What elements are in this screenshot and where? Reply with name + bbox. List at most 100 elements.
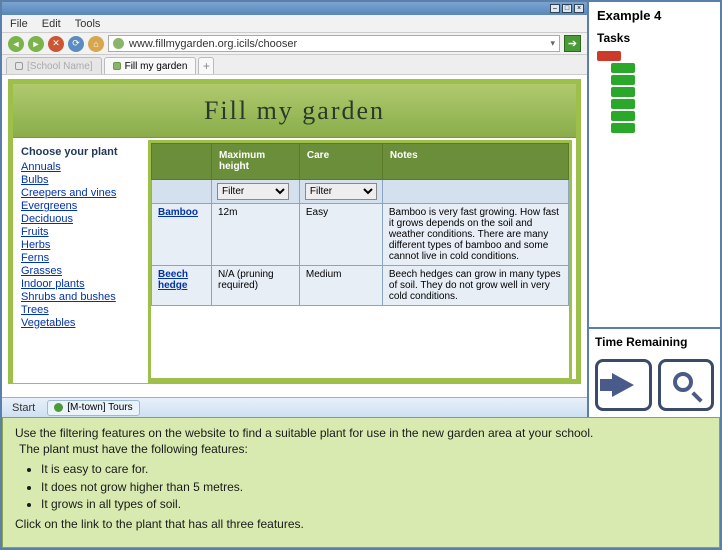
new-tab-button[interactable]: +: [198, 57, 214, 74]
taskbar-app[interactable]: [M-town] Tours: [47, 400, 139, 416]
sidebar-item-indoor-plants[interactable]: Indoor plants: [21, 278, 140, 290]
reload-button[interactable]: ⟳: [68, 36, 84, 52]
col-notes: Notes: [382, 144, 568, 180]
cell-care: Easy: [299, 204, 382, 266]
task-indicator: [611, 63, 635, 73]
minimize-button[interactable]: –: [550, 4, 560, 13]
col-care: Care: [299, 144, 382, 180]
globe-icon: [113, 38, 124, 49]
page-content: Fill my garden Choose your plant Annuals…: [8, 79, 581, 384]
menu-bar: File Edit Tools: [2, 15, 587, 33]
nav-buttons: [589, 355, 720, 417]
magnifier-icon: [673, 372, 699, 398]
sidebar-item-fruits[interactable]: Fruits: [21, 226, 140, 238]
upper-pane: – □ × File Edit Tools ◄ ► ✕ ⟳ ⌂ www.fill…: [2, 2, 720, 417]
sidebar-item-vegetables[interactable]: Vegetables: [21, 317, 140, 329]
plant-link-beech-hedge[interactable]: Beech hedge: [158, 269, 188, 291]
close-button[interactable]: ×: [574, 4, 584, 13]
sidebar-item-grasses[interactable]: Grasses: [21, 265, 140, 277]
sidebar-item-annuals[interactable]: Annuals: [21, 161, 140, 173]
sidebar-item-shrubs-and-bushes[interactable]: Shrubs and bushes: [21, 291, 140, 303]
home-button[interactable]: ⌂: [88, 36, 104, 52]
maximize-button[interactable]: □: [562, 4, 572, 13]
tab-active-label: Fill my garden: [125, 61, 188, 72]
time-remaining-label: Time Remaining: [589, 329, 720, 355]
task-indicator: [611, 123, 635, 133]
tasks-heading: Tasks: [589, 25, 720, 47]
tasks-indicator: [589, 47, 720, 143]
forward-button[interactable]: ►: [28, 36, 44, 52]
plant-category-sidebar: Choose your plant AnnualsBulbsCreepers a…: [13, 138, 148, 383]
sidebar-item-creepers-and-vines[interactable]: Creepers and vines: [21, 187, 140, 199]
instruction-bullet: It is easy to care for.: [41, 461, 707, 477]
instruction-bullet: It grows in all types of soil.: [41, 496, 707, 512]
page-title: Fill my garden: [204, 96, 385, 126]
table-row: Bamboo 12mEasyBamboo is very fast growing…: [152, 204, 569, 266]
task-indicator: [611, 75, 635, 85]
tab-icon: [113, 62, 121, 70]
example-title: Example 4: [589, 2, 720, 25]
cell-height: N/A (pruning required): [212, 266, 300, 306]
sidebar-item-deciduous[interactable]: Deciduous: [21, 213, 140, 225]
plus-icon: +: [203, 59, 210, 73]
menu-tools[interactable]: Tools: [75, 18, 101, 30]
filter-row: Filter Filter: [152, 180, 569, 204]
tab-icon: [15, 62, 23, 70]
cell-notes: Bamboo is very fast growing. How fast it…: [382, 204, 568, 266]
app-root: – □ × File Edit Tools ◄ ► ✕ ⟳ ⌂ www.fill…: [0, 0, 722, 550]
instruction-bullets: It is easy to care for. It does not grow …: [41, 461, 707, 512]
page-viewport: Fill my garden Choose your plant Annuals…: [2, 75, 587, 397]
menu-edit[interactable]: Edit: [42, 18, 61, 30]
dropdown-icon[interactable]: ▾: [550, 38, 555, 49]
stop-button[interactable]: ✕: [48, 36, 64, 52]
cell-height: 12m: [212, 204, 300, 266]
back-button[interactable]: ◄: [8, 36, 24, 52]
tab-school[interactable]: [School Name]: [6, 57, 102, 74]
app-icon: [54, 403, 63, 412]
instructions-panel: Use the filtering features on the websit…: [2, 417, 720, 548]
cell-notes: Beech hedges can grow in many types of s…: [382, 266, 568, 306]
tab-fillmygarden[interactable]: Fill my garden: [104, 57, 197, 74]
browser-window: – □ × File Edit Tools ◄ ► ✕ ⟳ ⌂ www.fill…: [2, 2, 589, 417]
col-name: [152, 144, 212, 180]
sidebar-item-ferns[interactable]: Ferns: [21, 252, 140, 264]
next-button[interactable]: [595, 359, 652, 411]
side-panel: Example 4 Tasks Time Remaining: [589, 2, 720, 417]
instruction-line3: Click on the link to the plant that has …: [15, 516, 707, 532]
sidebar-list: AnnualsBulbsCreepers and vinesEvergreens…: [21, 161, 140, 329]
instruction-line1: Use the filtering features on the websit…: [15, 425, 707, 441]
go-button[interactable]: ➔: [564, 35, 581, 52]
instruction-line2: The plant must have the following featur…: [19, 441, 707, 457]
tab-school-label: [School Name]: [27, 61, 93, 72]
task-indicator: [611, 99, 635, 109]
menu-file[interactable]: File: [10, 18, 28, 30]
os-taskbar: Start [M-town] Tours: [2, 397, 587, 417]
nav-toolbar: ◄ ► ✕ ⟳ ⌂ www.fillmygarden.org.icils/cho…: [2, 33, 587, 55]
plant-link-bamboo[interactable]: Bamboo: [158, 207, 198, 218]
table-box: Maximum height Care Notes Filte: [148, 140, 572, 381]
sidebar-item-trees[interactable]: Trees: [21, 304, 140, 316]
instruction-bullet: It does not grow higher than 5 metres.: [41, 479, 707, 495]
url-text: www.fillmygarden.org.icils/chooser: [129, 38, 297, 50]
table-body: Filter Filter Bamboo 12mEasyBamboo is ver…: [152, 180, 569, 306]
task-indicator: [597, 51, 621, 61]
sidebar-heading: Choose your plant: [21, 146, 140, 158]
filter-height[interactable]: Filter: [217, 183, 289, 200]
page-body: Choose your plant AnnualsBulbsCreepers a…: [13, 138, 576, 383]
plants-table: Maximum height Care Notes Filte: [151, 143, 569, 306]
task-indicator: [611, 111, 635, 121]
url-bar[interactable]: www.fillmygarden.org.icils/chooser ▾: [108, 35, 560, 52]
task-indicator: [611, 87, 635, 97]
tab-strip: [School Name] Fill my garden +: [2, 55, 587, 75]
sidebar-item-evergreens[interactable]: Evergreens: [21, 200, 140, 212]
arrow-right-icon: [612, 373, 634, 397]
sidebar-item-herbs[interactable]: Herbs: [21, 239, 140, 251]
col-height: Maximum height: [212, 144, 300, 180]
table-row: Beech hedge N/A (pruning required)MediumB…: [152, 266, 569, 306]
cell-care: Medium: [299, 266, 382, 306]
taskbar-app-label: [M-town] Tours: [67, 402, 132, 413]
filter-care[interactable]: Filter: [305, 183, 377, 200]
sidebar-item-bulbs[interactable]: Bulbs: [21, 174, 140, 186]
start-button[interactable]: Start: [6, 402, 41, 414]
zoom-button[interactable]: [658, 359, 715, 411]
